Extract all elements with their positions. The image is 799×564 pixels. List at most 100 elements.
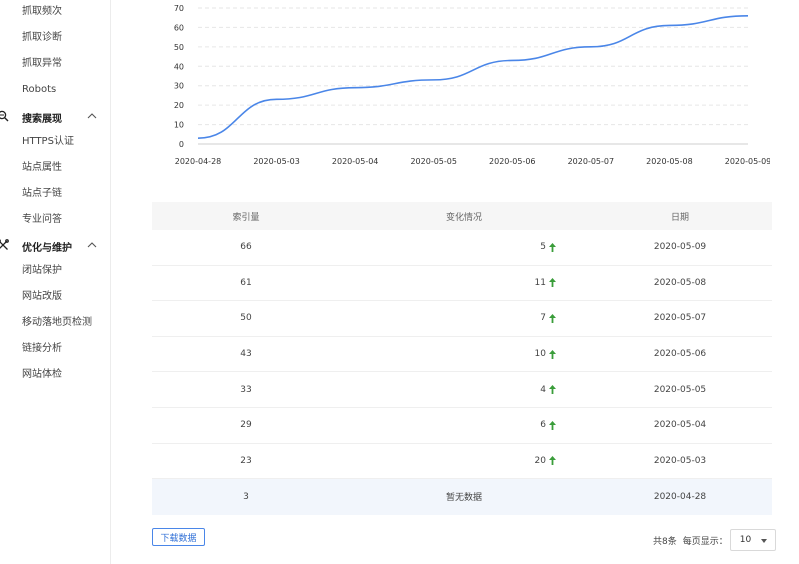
change-number: 6 — [540, 420, 546, 431]
change-value: 4 — [540, 385, 556, 395]
index-table: 索引量 变化情况 日期 66 5 2020-05-09 61 11 2020-05-08 5… — [152, 202, 772, 515]
arrow-up-icon — [549, 242, 556, 252]
x-tick-label: 2020-05-04 — [332, 157, 379, 166]
change-number: 4 — [540, 384, 546, 395]
table-row: 29 6 2020-05-04 — [152, 408, 772, 444]
cell-date: 2020-05-09 — [653, 242, 707, 253]
sidebar-group-search-display[interactable]: 搜索展现 — [0, 109, 110, 125]
cell-date: 2020-05-08 — [653, 277, 707, 288]
header-index-count: 索引量 — [232, 212, 260, 223]
arrow-up-icon — [549, 456, 556, 466]
y-tick-label: 70 — [174, 4, 184, 13]
change-number: 5 — [540, 242, 546, 253]
cell-date: 2020-05-04 — [653, 420, 707, 431]
sidebar-item-expert-qa[interactable]: 专业问答 — [22, 213, 62, 227]
cell-change: 20 — [340, 444, 588, 479]
cell-index-count: 33 — [240, 384, 252, 395]
table-row: 23 20 2020-05-03 — [152, 444, 772, 480]
change-value: 6 — [540, 420, 556, 430]
y-tick-label: 20 — [174, 101, 184, 110]
change-value: 11 — [535, 278, 556, 288]
series-line — [197, 14, 749, 139]
table-row: 43 10 2020-05-06 — [152, 337, 772, 373]
cell-change: 7 — [340, 301, 588, 336]
arrow-up-icon — [549, 278, 556, 288]
cell-date: 2020-05-03 — [653, 455, 707, 466]
page-size-value: 10 — [739, 535, 752, 545]
sidebar-item-crawl-frequency[interactable]: 抓取频次 — [22, 5, 62, 19]
download-data-button[interactable]: 下载数据 — [152, 528, 205, 546]
cell-date: 2020-05-05 — [653, 384, 707, 395]
x-tick-label: 2020-05-08 — [646, 157, 693, 166]
change-number: 7 — [540, 313, 546, 324]
y-tick-label: 60 — [174, 23, 184, 32]
cell-index-count: 29 — [240, 420, 252, 431]
sidebar-item-crawl-error[interactable]: 抓取异常 — [22, 57, 62, 71]
sidebar-group-label: 优化与维护 — [22, 243, 72, 254]
chevron-up-icon — [87, 242, 97, 248]
y-tick-label: 30 — [174, 82, 184, 91]
y-tick-label: 50 — [174, 43, 184, 52]
change-number: 10 — [534, 349, 546, 360]
search-display-icon — [0, 110, 9, 122]
cell-change: 10 — [340, 337, 588, 372]
line-chart: 0 10 20 30 40 50 60 70 2020-04-28 2020-05-03 2020-… — [174, 4, 770, 166]
change-number: 20 — [534, 455, 546, 466]
cell-change: 6 — [340, 408, 588, 443]
y-tick-label: 10 — [174, 121, 184, 130]
chevron-up-icon — [87, 113, 97, 119]
table-row: 61 11 2020-05-08 — [152, 266, 772, 302]
sidebar: 抓取频次 抓取诊断 抓取异常 Robots 搜索展现 HTTPS认证 站点属性 … — [0, 0, 111, 564]
x-tick-label: 2020-05-03 — [253, 157, 299, 166]
change-value: 5 — [540, 242, 556, 252]
tools-icon — [0, 239, 9, 250]
cell-index-count: 3 — [243, 491, 249, 502]
x-tick-label: 2020-05-09 — [725, 157, 770, 166]
sidebar-item-link-analysis[interactable]: 链接分析 — [22, 342, 62, 356]
cell-date: 2020-05-07 — [653, 313, 707, 324]
cell-index-count: 43 — [240, 349, 252, 360]
sidebar-item-site-close-protect[interactable]: 闭站保护 — [22, 264, 62, 278]
sidebar-group-optimize-maintain[interactable]: 优化与维护 — [0, 238, 110, 254]
cell-change: 4 — [340, 372, 588, 407]
arrow-up-icon — [549, 420, 556, 430]
cell-date: 2020-05-06 — [653, 349, 707, 360]
sidebar-item-mobile-landing-check[interactable]: 移动落地页检测 — [22, 316, 92, 330]
sidebar-item-site-sublinks[interactable]: 站点子链 — [22, 187, 62, 201]
arrow-up-icon — [549, 313, 556, 323]
page-size-select[interactable]: 10 — [729, 529, 776, 551]
sidebar-item-site-checkup[interactable]: 网站体检 — [22, 368, 62, 382]
cell-index-count: 23 — [240, 455, 252, 466]
arrow-up-icon — [549, 385, 556, 395]
sidebar-item-site-attributes[interactable]: 站点属性 — [22, 161, 62, 175]
sidebar-group-label: 搜索展现 — [22, 114, 62, 125]
cell-change: 暂无数据 — [445, 493, 482, 504]
cell-change: 5 — [340, 230, 588, 265]
change-number: 11 — [534, 277, 546, 288]
change-value: 10 — [535, 349, 556, 359]
x-tick-label: 2020-05-06 — [489, 157, 536, 166]
table-row: 50 7 2020-05-07 — [152, 301, 772, 337]
y-tick-label: 40 — [174, 62, 184, 71]
sidebar-item-robots[interactable]: Robots — [22, 83, 56, 97]
cell-index-count: 61 — [240, 277, 252, 288]
table-row: 3 暂无数据 2020-04-28 — [152, 479, 772, 515]
change-value: 7 — [540, 313, 556, 323]
x-tick-label: 2020-04-28 — [175, 157, 222, 166]
y-tick-label: 0 — [179, 140, 184, 149]
sidebar-item-crawl-diagnosis[interactable]: 抓取诊断 — [22, 31, 62, 45]
change-value: 20 — [535, 456, 556, 466]
cell-change: 11 — [340, 266, 588, 301]
pagination: 共8条 每页显示： 10 — [653, 529, 776, 551]
x-tick-label: 2020-05-05 — [410, 157, 457, 166]
cell-index-count: 50 — [240, 313, 252, 324]
index-chart: 0 10 20 30 40 50 60 70 2020-04-28 2020-05-03 2020-… — [150, 0, 770, 172]
arrow-up-icon — [549, 349, 556, 359]
page-root: 抓取频次 抓取诊断 抓取异常 Robots 搜索展现 HTTPS认证 站点属性 … — [0, 0, 799, 564]
sidebar-item-https[interactable]: HTTPS认证 — [22, 135, 74, 149]
total-count: 共8条 — [653, 536, 677, 547]
table-row: 33 4 2020-05-05 — [152, 372, 772, 408]
header-change: 变化情况 — [445, 212, 482, 223]
x-tick-label: 2020-05-07 — [568, 157, 615, 166]
sidebar-item-site-revision[interactable]: 网站改版 — [22, 290, 62, 304]
